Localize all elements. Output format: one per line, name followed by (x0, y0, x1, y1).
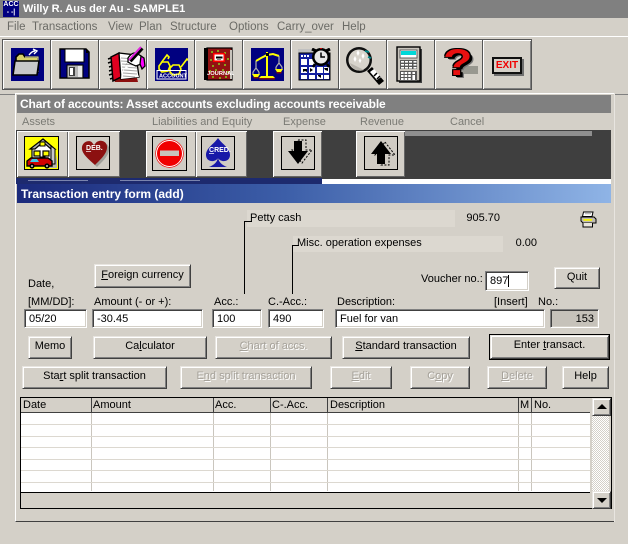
svg-text:JOURNAL: JOURNAL (207, 71, 234, 77)
svg-text:ACCOUNT: ACCOUNT (159, 74, 188, 80)
svg-text:CRED.: CRED. (209, 147, 231, 154)
svg-text:DEB.: DEB. (86, 145, 103, 152)
